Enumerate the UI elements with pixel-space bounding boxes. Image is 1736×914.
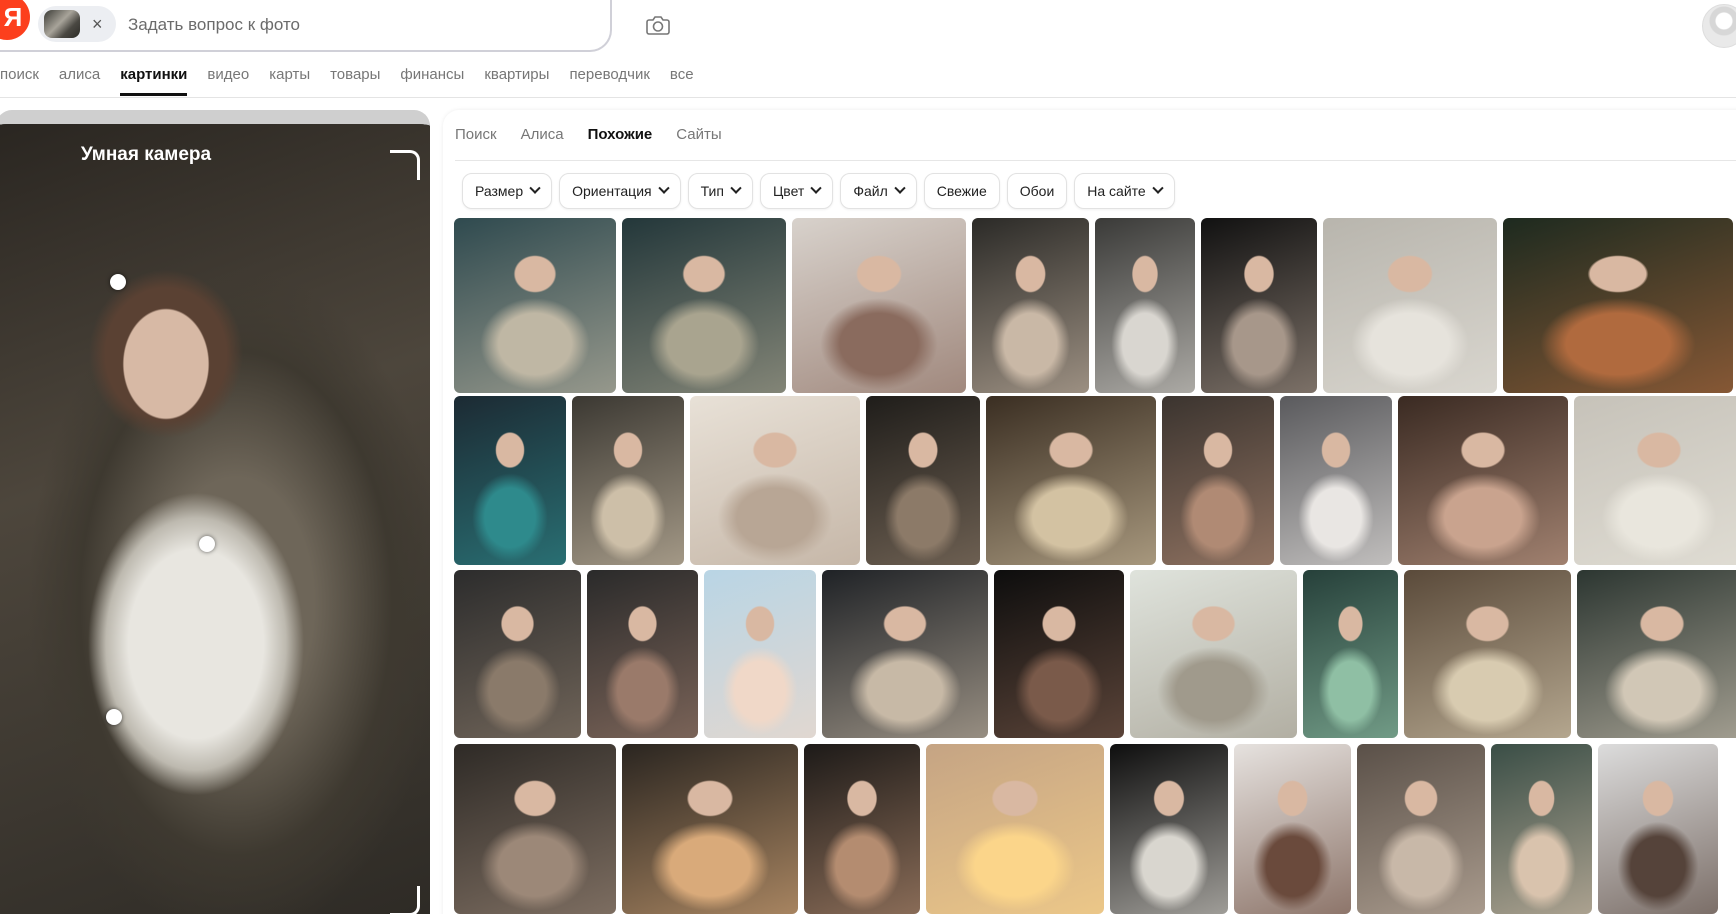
filter-label: Обои <box>1019 183 1055 199</box>
services-nav: поиск алиса картинки видео карты товары финанс… <box>0 66 694 96</box>
service-link-3[interactable]: видео <box>207 66 249 83</box>
similar-image-thumbnail[interactable] <box>1234 744 1351 914</box>
image-row <box>454 218 1733 393</box>
service-link-6[interactable]: финансы <box>400 66 464 83</box>
tabs-divider <box>455 160 1736 161</box>
tab-0[interactable]: Поиск <box>455 126 497 143</box>
filter-label: На сайте <box>1087 183 1146 199</box>
service-link-7[interactable]: квартиры <box>484 66 549 83</box>
similar-image-thumbnail[interactable] <box>1323 218 1497 393</box>
similar-image-thumbnail[interactable] <box>994 570 1124 738</box>
object-hotspot[interactable] <box>110 274 126 290</box>
filter-label: Свежие <box>936 183 987 199</box>
tab-2[interactable]: Похожие <box>588 126 653 143</box>
similar-image-thumbnail[interactable] <box>822 570 988 738</box>
similar-image-thumbnail[interactable] <box>866 396 980 565</box>
crop-corner-bottom-right[interactable] <box>390 886 420 914</box>
filter-bar: Размер Ориентация Тип Цвет Файл Свежие Обои На … <box>462 173 1175 209</box>
object-hotspot[interactable] <box>199 536 215 552</box>
filter-button-6[interactable]: Обои <box>1006 173 1068 209</box>
results-tabs: Поиск Алиса Похожие Сайты <box>455 126 722 143</box>
filter-label: Файл <box>853 183 888 199</box>
similar-image-thumbnail[interactable] <box>1398 396 1568 565</box>
similar-image-thumbnail[interactable] <box>1201 218 1317 393</box>
filter-label: Размер <box>475 183 524 199</box>
filter-button-0[interactable]: Размер <box>462 173 553 209</box>
image-row <box>454 396 1736 565</box>
service-link-2[interactable]: картинки <box>120 66 188 96</box>
tab-3[interactable]: Сайты <box>676 126 721 143</box>
similar-image-thumbnail[interactable] <box>454 218 616 393</box>
uploaded-photo-chip[interactable]: × <box>38 6 116 42</box>
chevron-down-icon <box>1152 182 1164 194</box>
object-hotspot[interactable] <box>106 709 122 725</box>
filter-button-3[interactable]: Цвет <box>759 173 834 209</box>
similar-image-thumbnail[interactable] <box>1095 218 1195 393</box>
similar-image-thumbnail[interactable] <box>1303 570 1398 738</box>
similar-image-thumbnail[interactable] <box>454 570 581 738</box>
results-panel: Поиск Алиса Похожие Сайты Размер Ориентация Т… <box>443 110 1736 914</box>
similar-image-thumbnail[interactable] <box>1162 396 1274 565</box>
crop-corner-top-right[interactable] <box>390 150 420 180</box>
similar-image-thumbnail[interactable] <box>1404 570 1571 738</box>
similar-image-thumbnail[interactable] <box>1577 570 1736 738</box>
image-row <box>454 570 1736 738</box>
similar-image-thumbnail[interactable] <box>1110 744 1228 914</box>
camera-search-icon[interactable] <box>645 13 671 37</box>
similar-image-thumbnail[interactable] <box>1503 218 1733 393</box>
viewer-title: Умная камера <box>80 144 212 165</box>
filter-label: Тип <box>700 183 724 199</box>
service-link-0[interactable]: поиск <box>0 66 39 83</box>
similar-image-thumbnail[interactable] <box>1598 744 1718 914</box>
similar-image-thumbnail[interactable] <box>690 396 860 565</box>
service-link-1[interactable]: алиса <box>59 66 100 83</box>
similar-image-thumbnail[interactable] <box>454 744 616 914</box>
similar-image-thumbnail[interactable] <box>1574 396 1736 565</box>
filter-label: Цвет <box>772 183 805 199</box>
similar-image-thumbnail[interactable] <box>1280 396 1392 565</box>
similar-image-thumbnail[interactable] <box>704 570 816 738</box>
filter-button-7[interactable]: На сайте <box>1074 173 1175 209</box>
filter-button-4[interactable]: Файл <box>840 173 917 209</box>
similar-image-thumbnail[interactable] <box>1491 744 1592 914</box>
close-icon[interactable]: × <box>92 15 103 33</box>
chevron-down-icon <box>894 182 906 194</box>
search-input[interactable] <box>128 10 548 40</box>
header-divider <box>0 97 1736 98</box>
uploaded-photo-thumbnail <box>44 10 80 38</box>
service-link-8[interactable]: переводчик <box>569 66 649 83</box>
similar-image-thumbnail[interactable] <box>1357 744 1485 914</box>
service-link-4[interactable]: карты <box>269 66 310 83</box>
user-avatar[interactable] <box>1702 4 1736 48</box>
filter-label: Ориентация <box>572 183 652 199</box>
service-link-9[interactable]: все <box>670 66 694 83</box>
similar-image-thumbnail[interactable] <box>986 396 1156 565</box>
tab-1[interactable]: Алиса <box>521 126 564 143</box>
chevron-down-icon <box>529 182 541 194</box>
similar-image-thumbnail[interactable] <box>804 744 920 914</box>
image-row <box>454 744 1718 914</box>
filter-button-5[interactable]: Свежие <box>923 173 1000 209</box>
similar-image-thumbnail[interactable] <box>926 744 1104 914</box>
service-link-5[interactable]: товары <box>330 66 380 83</box>
chevron-down-icon <box>657 182 670 194</box>
similar-image-thumbnail[interactable] <box>792 218 966 393</box>
similar-image-thumbnail[interactable] <box>622 744 798 914</box>
similar-image-thumbnail[interactable] <box>454 396 566 565</box>
similar-image-thumbnail[interactable] <box>572 396 684 565</box>
similar-image-thumbnail[interactable] <box>622 218 786 393</box>
smart-camera-viewer: Умная камера <box>0 110 430 914</box>
similar-image-thumbnail[interactable] <box>1130 570 1297 738</box>
filter-button-2[interactable]: Тип <box>687 173 753 209</box>
similar-image-thumbnail[interactable] <box>972 218 1089 393</box>
chevron-down-icon <box>730 182 742 194</box>
filter-button-1[interactable]: Ориентация <box>559 173 681 209</box>
similar-image-thumbnail[interactable] <box>587 570 698 738</box>
chevron-down-icon <box>810 182 822 194</box>
query-photo <box>0 124 430 914</box>
